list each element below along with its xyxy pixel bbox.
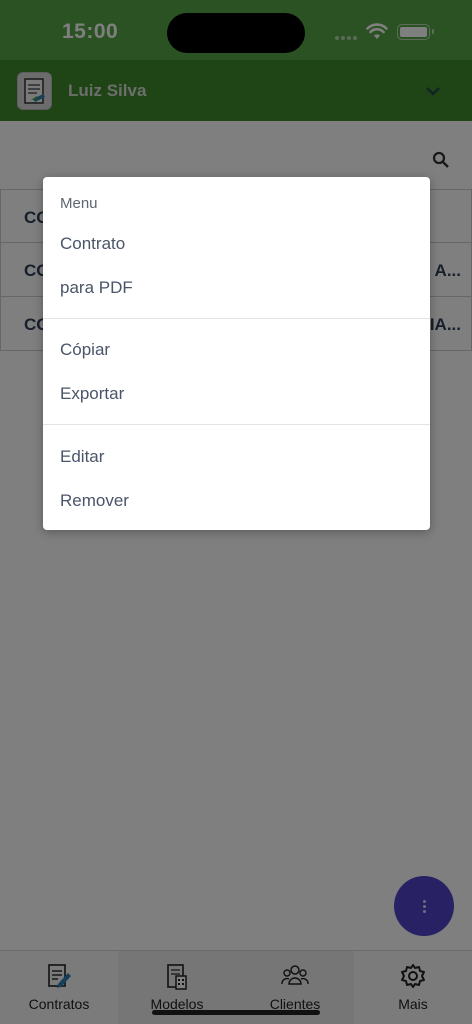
menu-divider: [43, 424, 430, 425]
home-indicator: [152, 1010, 320, 1015]
context-menu: Menu Contrato para PDF Cópiar Exportar E…: [43, 177, 430, 530]
menu-header: Menu: [60, 195, 98, 212]
menu-item-para-pdf[interactable]: para PDF: [60, 278, 133, 298]
menu-item-exportar[interactable]: Exportar: [60, 384, 124, 404]
menu-divider: [43, 318, 430, 319]
menu-item-contrato[interactable]: Contrato: [60, 234, 125, 254]
menu-item-remover[interactable]: Remover: [60, 491, 129, 511]
menu-item-copiar[interactable]: Cópiar: [60, 340, 110, 360]
menu-item-editar[interactable]: Editar: [60, 447, 104, 467]
